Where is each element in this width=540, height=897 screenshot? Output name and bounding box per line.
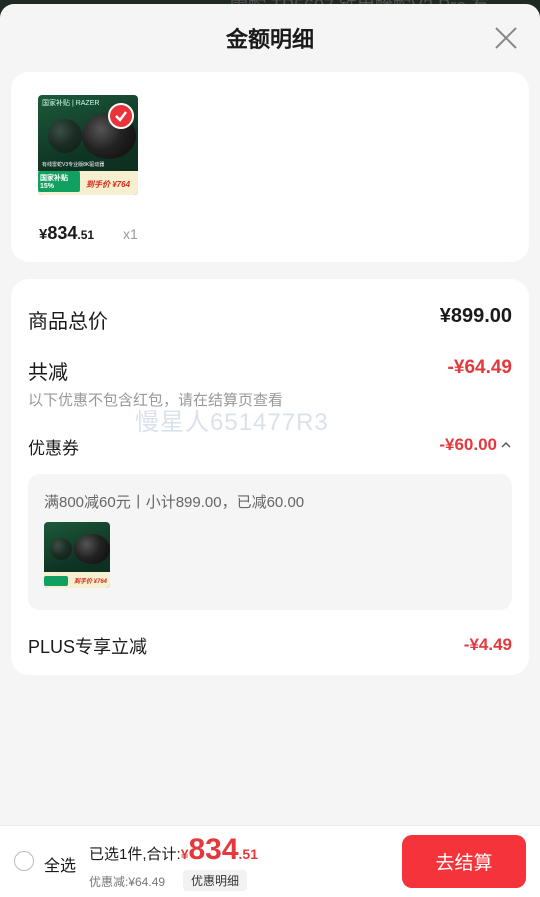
price-integer: 834 xyxy=(47,223,78,243)
selected-total: 已选1件,合计: ¥ 834 .51 xyxy=(89,835,258,865)
product-price: ¥834.51 xyxy=(39,223,94,244)
total-integer: 834 xyxy=(188,833,239,866)
close-button[interactable] xyxy=(494,26,518,50)
total-decimal: .51 xyxy=(238,846,259,862)
total-price-label: 商品总价 xyxy=(28,311,108,333)
product-card: 国家补贴 | RAZER 有线雷蛇V3专业版8K驱动器 国家补贴15% 到手价 … xyxy=(11,72,529,262)
coupon-toggle[interactable]: -¥60.00 xyxy=(439,435,512,455)
total-symbol: ¥ xyxy=(180,846,189,862)
chevron-up-icon xyxy=(501,442,511,448)
checkout-button[interactable]: 去结算 xyxy=(402,835,526,888)
watermark: 慢星人651477R3 xyxy=(135,409,329,436)
coupon-mouse-graphic xyxy=(74,534,110,564)
image-subtitle-text: 有线雷蛇V3专业版8K驱动器 xyxy=(42,162,105,168)
total-reduce-value: -¥64.49 xyxy=(447,357,512,378)
image-promo-price: 到手价 ¥764 xyxy=(86,180,131,189)
coupon-description: 满800减60元丨小计899.00，已减60.00 xyxy=(44,494,305,511)
selected-text: 已选1件,合计: xyxy=(89,846,181,863)
amount-detail-sheet: 金额明细 国家补贴 | RAZER 有线雷蛇V3专业版8K驱动器 国家补贴15%… xyxy=(0,4,540,896)
mouse-graphic-2 xyxy=(48,119,82,153)
plus-discount-value: -¥4.49 xyxy=(463,635,512,654)
close-icon xyxy=(495,27,517,49)
coupon-value: -¥60.00 xyxy=(439,435,497,454)
total-price-value: ¥899.00 xyxy=(439,305,512,327)
check-badge-icon xyxy=(108,103,134,129)
price-decimal: .51 xyxy=(77,228,95,242)
plus-discount-label: PLUS专享立减 xyxy=(28,637,148,657)
select-all-radio[interactable] xyxy=(14,851,34,871)
price-detail-card: 商品总价 ¥899.00 共减 -¥64.49 以下优惠不包含红包，请在结算页查… xyxy=(11,279,529,675)
product-quantity: x1 xyxy=(123,226,138,242)
discount-text: 优惠减:¥64.49 xyxy=(89,875,166,889)
image-brand-text: 国家补贴 | RAZER xyxy=(42,100,100,107)
discount-detail-link[interactable]: 优惠明细 xyxy=(183,870,248,891)
total-reduce-label: 共减 xyxy=(28,362,68,384)
coupon-label: 优惠券 xyxy=(28,439,79,458)
coupon-image-price: 到手价 ¥764 xyxy=(74,579,108,585)
coupon-detail-box: 满800减60元丨小计899.00，已减60.00 到手价 ¥764 xyxy=(28,474,512,610)
coupon-mouse-graphic-2 xyxy=(50,538,72,560)
coupon-product-image: 到手价 ¥764 xyxy=(44,522,110,588)
coupon-image-pct xyxy=(44,576,68,586)
sheet-title: 金额明细 xyxy=(225,27,314,52)
image-pct-badge: 国家补贴15% xyxy=(38,171,80,192)
select-all-label[interactable]: 全选 xyxy=(44,852,76,876)
checkout-bar: 全选 已选1件,合计: ¥ 834 .51 优惠减:¥64.49 优惠明细 去结… xyxy=(0,825,540,897)
